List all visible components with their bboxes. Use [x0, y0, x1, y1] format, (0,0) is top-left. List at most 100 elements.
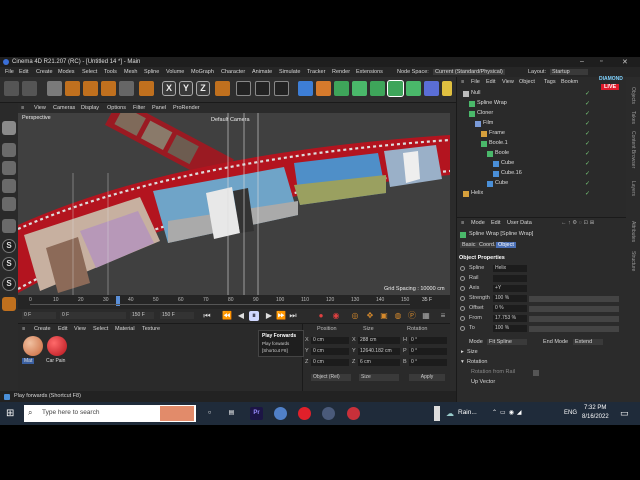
world-coordinates-icon[interactable] [215, 81, 230, 96]
menu-mograph[interactable]: MoGraph [191, 69, 214, 75]
snap-icon[interactable]: S [2, 239, 16, 253]
keyframe-dot-icon[interactable] [460, 296, 465, 301]
redo-icon[interactable] [22, 81, 37, 96]
polygons-mode-icon[interactable] [2, 197, 16, 211]
play-forwards-icon[interactable]: ⏸ [249, 311, 259, 321]
viewport[interactable]: Perspective Default Camera Grid Spacing … [18, 113, 450, 295]
object-row[interactable]: Boole ✓ [457, 149, 627, 159]
size-z-field[interactable]: 6 cm [358, 359, 400, 366]
visibility-check-icon[interactable]: ✓ [585, 130, 590, 137]
objmgr-menu-object[interactable]: Object [519, 79, 535, 85]
menu-create[interactable]: Create [36, 69, 53, 75]
visibility-check-icon[interactable]: ✓ [585, 180, 590, 187]
visibility-check-icon[interactable]: ✓ [585, 140, 590, 147]
opera-icon[interactable] [298, 407, 311, 420]
property-row[interactable]: Rail [457, 274, 627, 284]
position-y-field[interactable]: 0 cm [311, 348, 349, 355]
side-tab-layers[interactable]: Layers [630, 181, 636, 196]
premiere-pro-icon[interactable]: Pr [250, 407, 263, 420]
weather-icon[interactable]: ☁ [446, 409, 454, 418]
attr-menu-user-data[interactable]: User Data [507, 220, 532, 226]
rotation-h-field[interactable]: 0 ° [409, 337, 447, 344]
render-view-icon[interactable] [236, 81, 251, 96]
tab-basic[interactable]: Basic [460, 242, 478, 248]
layout-dropdown[interactable]: Startup [550, 69, 588, 75]
side-tab-structure[interactable]: Structure [630, 251, 636, 271]
parameter-key-icon[interactable]: Ⓟ [407, 311, 417, 321]
property-slider[interactable] [529, 326, 619, 332]
clock-time[interactable]: 7:32 PM [584, 405, 606, 411]
maximize-icon[interactable]: ▫ [600, 58, 602, 65]
preview-min-field[interactable]: 0 F [60, 312, 126, 319]
viewport-menu-prorender[interactable]: ProRender [173, 105, 200, 111]
pen-icon[interactable] [316, 81, 331, 96]
visibility-check-icon[interactable]: ✓ [585, 160, 590, 167]
side-tab-content-browser[interactable]: Content Browser [630, 131, 636, 168]
menu-simulate[interactable]: Simulate [279, 69, 300, 75]
tab-coord[interactable]: Coord. [477, 242, 498, 248]
points-mode-icon[interactable] [2, 161, 16, 175]
texture-mode-icon[interactable] [2, 143, 16, 157]
scale-key-icon[interactable]: ▣ [379, 311, 389, 321]
object-row[interactable]: Cloner ✓ [457, 109, 627, 119]
viewport-menu-view[interactable]: View [34, 105, 46, 111]
cinema4d-taskbar-icon[interactable] [322, 407, 335, 420]
solo-icon[interactable]: S [2, 277, 16, 291]
weather-text[interactable]: Rain... [458, 409, 477, 416]
menu-spline[interactable]: Spline [144, 69, 159, 75]
chrome-icon[interactable] [274, 407, 287, 420]
timeline-menu-icon[interactable]: ≡ [438, 311, 448, 321]
go-to-start-icon[interactable]: ⏮ [202, 311, 212, 321]
property-row[interactable]: Strength 100 % [457, 294, 627, 304]
visibility-check-icon[interactable]: ✓ [585, 110, 590, 117]
system-tray-icons[interactable]: ⌃▭◉◢ [492, 409, 525, 416]
y-axis-lock-icon[interactable]: Y [179, 81, 193, 96]
position-key-icon[interactable]: ✥ [365, 311, 375, 321]
node-space-dropdown[interactable]: Current (Standard/Physical) [433, 69, 505, 75]
tab-object[interactable]: Object [496, 242, 516, 248]
move-icon[interactable] [65, 81, 80, 96]
enable-snap-icon[interactable]: S [2, 257, 16, 271]
property-value-field[interactable]: 100 % [493, 325, 527, 332]
keyframe-selection-icon[interactable]: ◎ [350, 311, 360, 321]
menu-animate[interactable]: Animate [252, 69, 272, 75]
objmgr-menu-file[interactable]: File [471, 79, 480, 85]
menu-file[interactable]: File [5, 69, 14, 75]
taskbar-search-box[interactable]: ⌕ Type here to search [24, 405, 196, 422]
menu-mesh[interactable]: Mesh [124, 69, 137, 75]
previous-frame-icon[interactable]: ◀ [236, 311, 246, 321]
end-frame-field[interactable]: 150 F [160, 312, 194, 319]
side-tab-attributes[interactable]: Attributes [630, 221, 636, 242]
keyframe-dot-icon[interactable] [460, 316, 465, 321]
attr-nav-icons[interactable]: ← ↑ ⚙ ◌ ⊡ ⊞ [561, 220, 594, 226]
keyframe-dot-icon[interactable] [460, 286, 465, 291]
visibility-check-icon[interactable]: ✓ [585, 170, 590, 177]
viewport-camera-label[interactable]: Default Camera [211, 117, 250, 123]
object-row[interactable]: Spline Wrap ✓ [457, 99, 627, 109]
next-frame-icon[interactable]: ▶ [264, 311, 274, 321]
viewport-menu-cameras[interactable]: Cameras [53, 105, 75, 111]
language-indicator[interactable]: ENG [564, 410, 577, 416]
property-slider[interactable] [529, 316, 619, 322]
property-value-field[interactable]: 17.753 % [493, 315, 527, 322]
close-icon[interactable]: ✕ [622, 58, 628, 66]
objmgr-menu-view[interactable]: View [502, 79, 514, 85]
menu-extensions[interactable]: Extensions [356, 69, 383, 75]
objmgr-menu-bookmarks[interactable]: Bookm [561, 79, 578, 85]
property-value-field[interactable]: 100 % [493, 295, 527, 302]
x-axis-lock-icon[interactable]: X [162, 81, 176, 96]
light-icon[interactable] [442, 81, 452, 96]
viewport-menu-filter[interactable]: Filter [133, 105, 145, 111]
object-row[interactable]: Film ✓ [457, 119, 627, 129]
select-icon[interactable] [47, 81, 62, 96]
pla-key-icon[interactable]: ▦ [421, 311, 431, 321]
size-section-toggle[interactable]: ▸ [461, 349, 464, 355]
undo-icon[interactable] [4, 81, 19, 96]
object-row[interactable]: Boole.1 ✓ [457, 139, 627, 149]
recent-tools-icon[interactable] [119, 81, 134, 96]
property-value-field[interactable]: Helix [493, 265, 527, 272]
object-row[interactable]: Cube.16 ✓ [457, 169, 627, 179]
keyframe-dot-icon[interactable] [460, 326, 465, 331]
attr-menu-mode[interactable]: Mode [471, 220, 485, 226]
mat-menu-select[interactable]: Select [93, 326, 108, 332]
